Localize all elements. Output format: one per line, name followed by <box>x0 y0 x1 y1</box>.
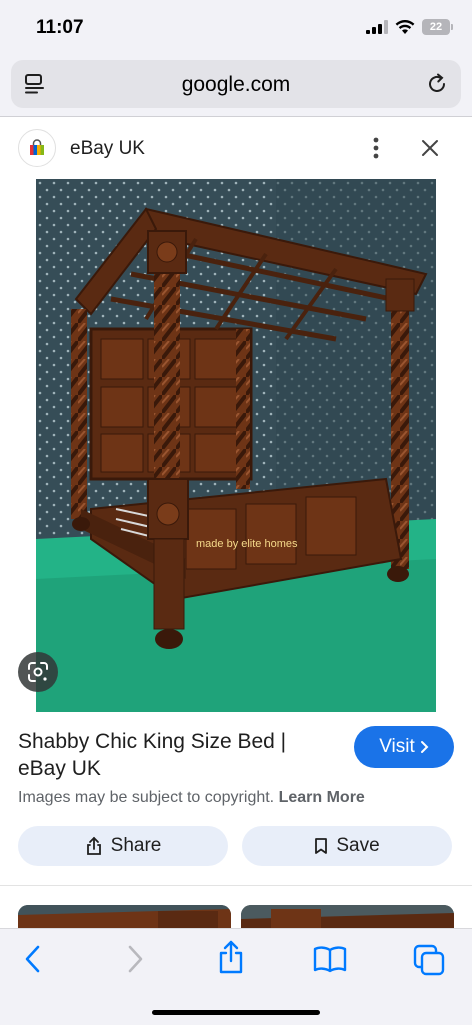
bed-image[interactable]: made by elite homes <box>36 179 436 712</box>
four-poster-bed-photo: made by elite homes <box>36 179 436 712</box>
status-bar: 11:07 22 <box>0 0 472 56</box>
bookmark-icon <box>315 838 328 854</box>
home-indicator <box>152 1010 320 1015</box>
address-bar[interactable]: google.com <box>11 60 461 108</box>
google-lens-button[interactable] <box>18 652 58 692</box>
battery-icon: 22 <box>422 19 453 35</box>
share-icon[interactable] <box>216 939 246 975</box>
visit-label: Visit <box>379 736 415 757</box>
close-icon[interactable] <box>420 138 440 158</box>
status-icons: 22 <box>366 19 453 35</box>
share-button[interactable]: Share <box>18 826 228 866</box>
address-area: google.com <box>0 56 472 116</box>
back-icon[interactable] <box>20 943 46 975</box>
image-watermark: made by elite homes <box>196 538 298 550</box>
wifi-icon <box>395 19 415 34</box>
forward-icon[interactable] <box>122 943 148 975</box>
battery-level: 22 <box>429 21 443 33</box>
source-header: eBay UK <box>0 117 472 179</box>
save-button[interactable]: Save <box>242 826 452 866</box>
visit-button[interactable]: Visit <box>354 726 454 768</box>
copyright-text: Images may be subject to copyright. <box>18 789 275 806</box>
result-title[interactable]: Shabby Chic King Size Bed | eBay UK <box>18 728 338 782</box>
status-time: 11:07 <box>36 17 84 38</box>
reload-icon[interactable] <box>425 72 449 96</box>
tabs-icon[interactable] <box>412 943 446 977</box>
source-name[interactable]: eBay UK <box>70 138 145 160</box>
bookmarks-icon[interactable] <box>312 943 348 975</box>
copyright-note: Images may be subject to copyright. Lear… <box>18 789 365 807</box>
url-text[interactable]: google.com <box>11 73 461 97</box>
ebay-favicon <box>18 129 56 167</box>
shopping-bag-icon <box>30 139 44 155</box>
chevron-right-icon <box>420 741 429 753</box>
share-icon <box>86 836 101 855</box>
more-vert-icon[interactable] <box>366 136 386 160</box>
page-menu-icon[interactable] <box>23 72 47 96</box>
learn-more-link[interactable]: Learn More <box>279 789 365 806</box>
save-label: Save <box>336 835 380 856</box>
share-label: Share <box>110 835 162 856</box>
lens-icon <box>28 662 48 682</box>
cellular-signal-icon <box>366 20 388 34</box>
related-divider <box>0 885 472 886</box>
